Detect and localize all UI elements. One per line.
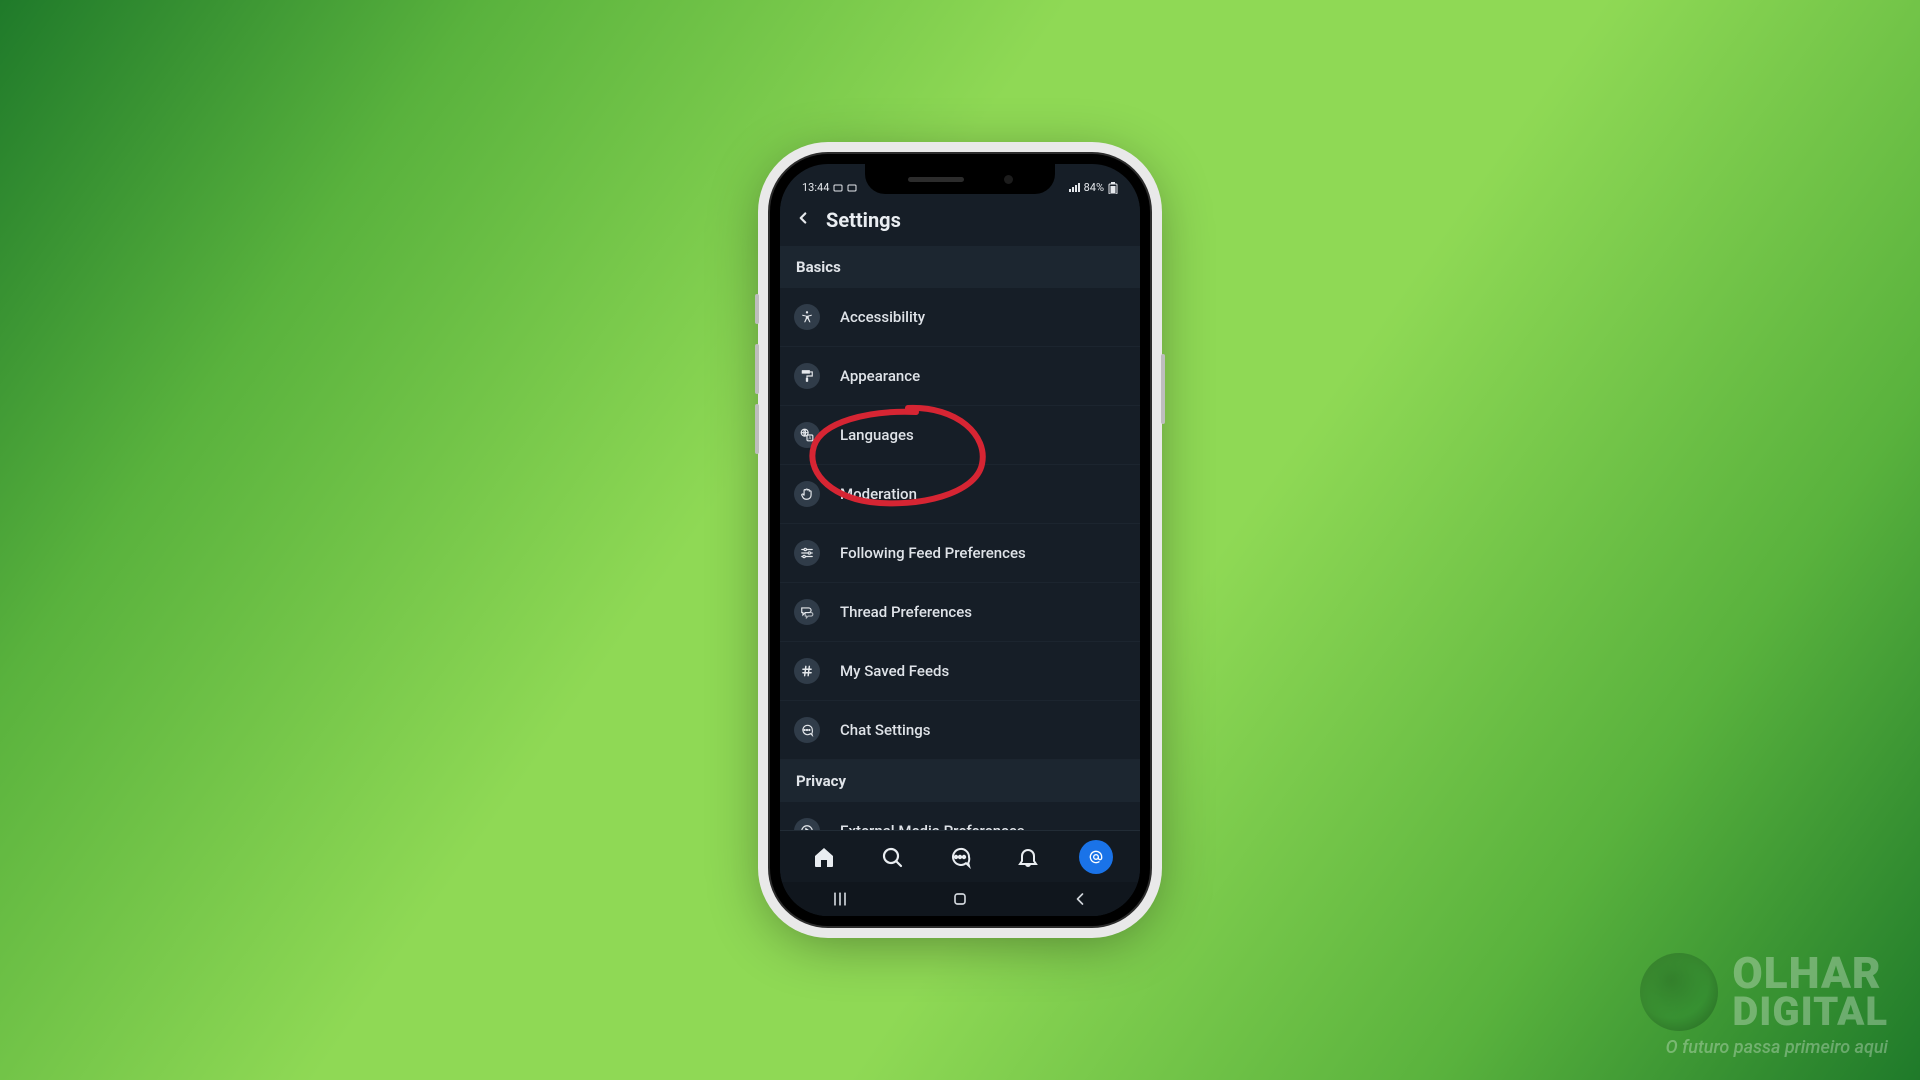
chat-icon (948, 845, 972, 869)
volume-down-button (755, 404, 759, 454)
row-label: Thread Preferences (840, 603, 972, 621)
row-label: Languages (840, 426, 914, 444)
row-chat-settings[interactable]: Chat Settings (780, 701, 1140, 760)
watermark-logo (1640, 953, 1718, 1031)
side-button (755, 294, 759, 324)
sliders-icon (794, 540, 820, 566)
volume-up-button (755, 344, 759, 394)
signal-icon (1068, 183, 1080, 193)
home-button[interactable] (950, 889, 970, 909)
phone-frame: 13:44 84% Settings Basics (770, 154, 1150, 926)
status-icon (847, 183, 857, 193)
search-icon (880, 845, 904, 869)
back-button[interactable] (794, 209, 812, 231)
recents-icon (830, 889, 850, 909)
page-title: Settings (826, 208, 901, 232)
notch (865, 164, 1055, 194)
hand-icon (794, 481, 820, 507)
watermark: OLHAR DIGITAL O futuro passa primeiro aq… (1640, 953, 1888, 1058)
chevron-left-icon (794, 209, 812, 227)
row-label: Following Feed Preferences (840, 544, 1026, 562)
watermark-tagline: O futuro passa primeiro aqui (1666, 1037, 1888, 1058)
chat-bubble-icon (794, 717, 820, 743)
row-following-feed[interactable]: Following Feed Preferences (780, 524, 1140, 583)
settings-list: Basics Accessibility Appearance A Langua… (780, 246, 1140, 830)
watermark-line2: DIGITAL (1732, 994, 1888, 1030)
section-privacy-header: Privacy (780, 760, 1140, 802)
home-tab[interactable] (807, 840, 841, 874)
search-tab[interactable] (875, 840, 909, 874)
row-saved-feeds[interactable]: My Saved Feeds (780, 642, 1140, 701)
thread-icon (794, 599, 820, 625)
svg-text:A: A (808, 436, 811, 442)
row-external-media[interactable]: External Media Preferences (780, 802, 1140, 830)
globe-translate-icon: A (794, 422, 820, 448)
profile-tab[interactable] (1079, 840, 1113, 874)
accessibility-icon (794, 304, 820, 330)
home-icon (812, 845, 836, 869)
android-navbar (780, 882, 1140, 916)
power-button (1161, 354, 1165, 424)
app-tabbar (780, 830, 1140, 882)
row-accessibility[interactable]: Accessibility (780, 288, 1140, 347)
row-moderation[interactable]: Moderation (780, 465, 1140, 524)
row-label: Appearance (840, 367, 920, 385)
battery-icon (1108, 182, 1118, 194)
app-header: Settings (780, 194, 1140, 246)
paint-roller-icon (794, 363, 820, 389)
phone-screen: 13:44 84% Settings Basics (780, 164, 1140, 916)
play-circle-icon (794, 818, 820, 830)
back-nav-icon (1070, 889, 1090, 909)
chat-tab[interactable] (943, 840, 977, 874)
back-nav-button[interactable] (1070, 889, 1090, 909)
home-nav-icon (950, 889, 970, 909)
hash-icon (794, 658, 820, 684)
row-label: Chat Settings (840, 721, 930, 739)
status-time: 13:44 (802, 181, 829, 194)
row-label: My Saved Feeds (840, 662, 949, 680)
status-icon (833, 183, 843, 193)
section-basics-header: Basics (780, 246, 1140, 288)
notifications-tab[interactable] (1011, 840, 1045, 874)
bell-icon (1016, 845, 1040, 869)
row-label: Moderation (840, 485, 917, 503)
row-appearance[interactable]: Appearance (780, 347, 1140, 406)
at-icon (1088, 849, 1104, 865)
row-thread-prefs[interactable]: Thread Preferences (780, 583, 1140, 642)
status-battery-pct: 84% (1084, 181, 1104, 194)
row-languages[interactable]: A Languages (780, 406, 1140, 465)
row-label: Accessibility (840, 308, 925, 326)
recents-button[interactable] (830, 889, 850, 909)
row-label: External Media Preferences (840, 822, 1025, 830)
